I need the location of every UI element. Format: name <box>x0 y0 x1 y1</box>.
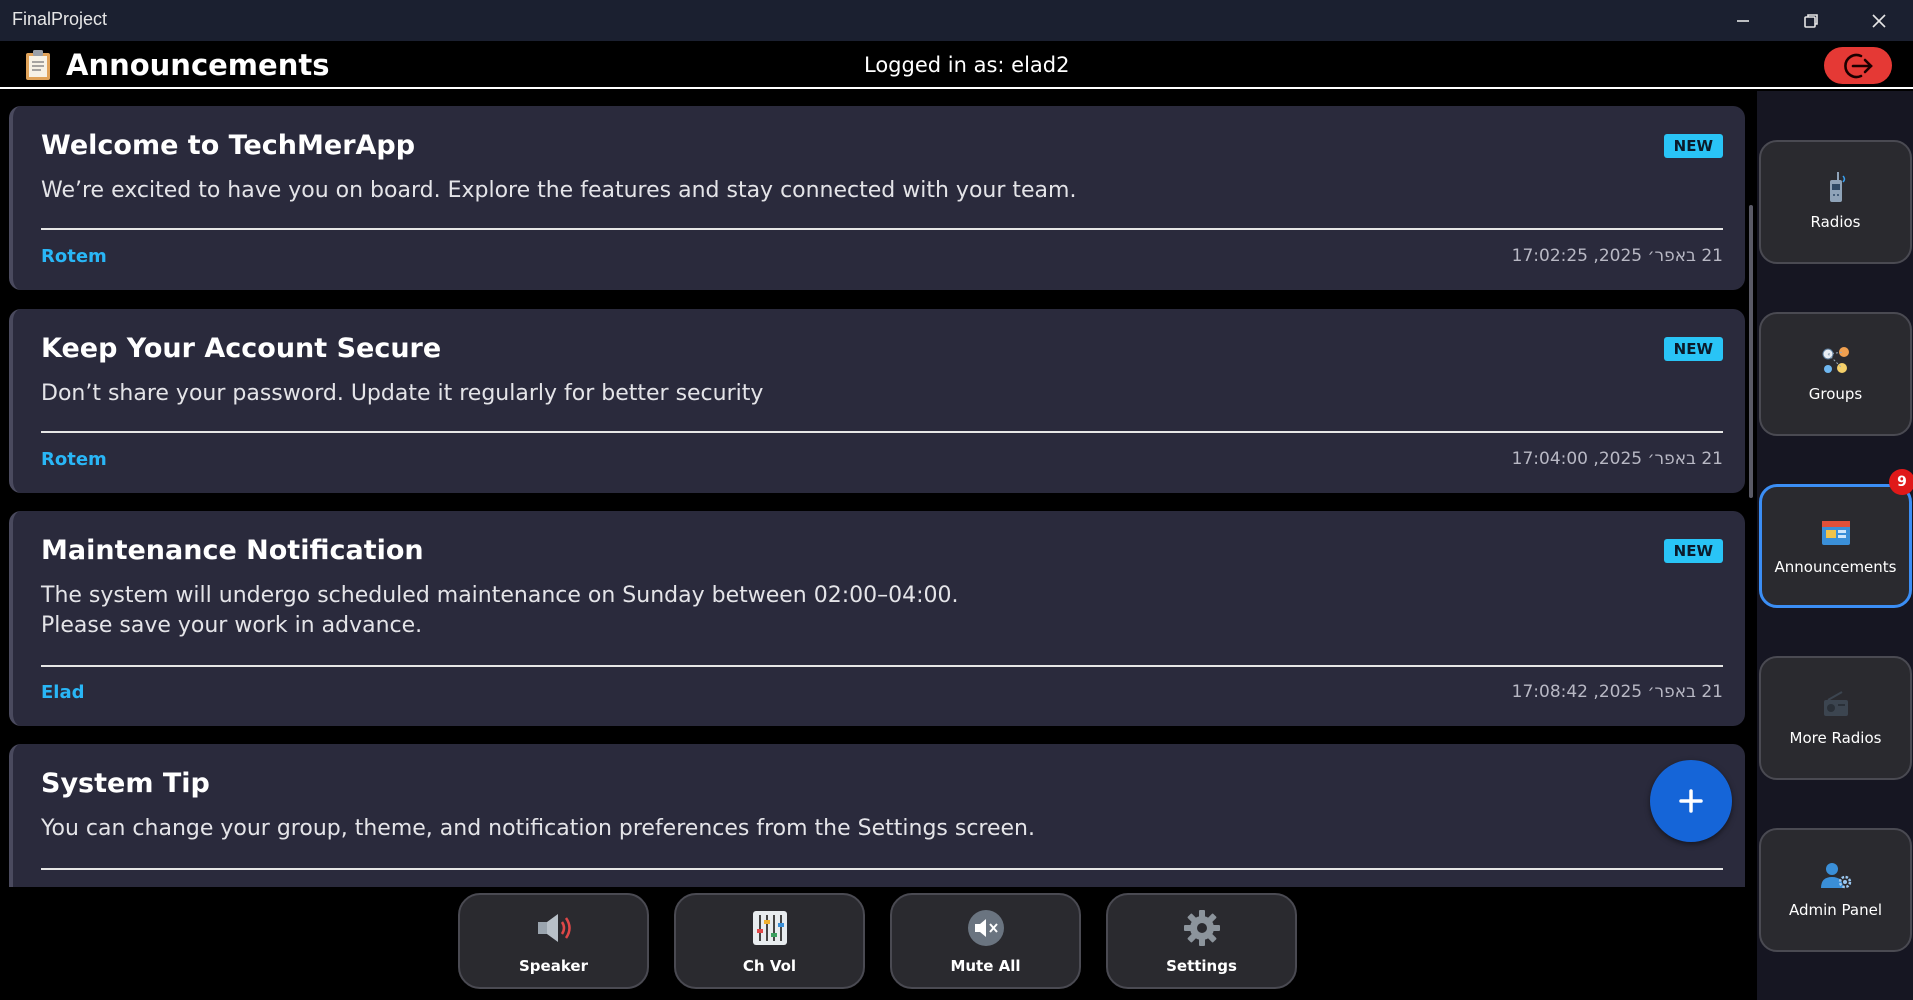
minimize-button[interactable] <box>1709 0 1777 41</box>
speaker-label: Speaker <box>519 957 588 975</box>
radio-icon <box>1823 691 1848 716</box>
announcement-author: Elad <box>41 682 85 703</box>
mixer-icon <box>752 911 787 945</box>
announcement-body: Don’t share your password. Update it reg… <box>41 381 764 406</box>
page-title: Announcements <box>66 48 330 82</box>
sidebar-item-admin-panel[interactable]: Admin Panel <box>1759 828 1912 952</box>
sidebar-item-label: Groups <box>1808 385 1863 403</box>
announcement-timestamp: 21 באפר׳ 2025, 17:08:42 <box>1511 682 1723 702</box>
bottom-toolbar <box>0 887 1757 1000</box>
mute-all-button[interactable]: Mute All <box>890 893 1081 989</box>
plus-icon <box>1679 789 1703 813</box>
announcement-timestamp: 21 באפר׳ 2025, 17:04:00 <box>1511 449 1723 469</box>
announcement-board-icon <box>1821 521 1850 545</box>
mute-all-label: Mute All <box>950 957 1021 975</box>
divider <box>41 868 1723 870</box>
announcement-card[interactable]: Keep Your Account Secure NEW Don’t share… <box>9 309 1745 493</box>
announcement-card[interactable]: Welcome to TechMerApp NEW We’re excited … <box>9 106 1745 290</box>
announcement-title: Welcome to TechMerApp <box>41 130 416 161</box>
announcement-body: We’re excited to have you on board. Expl… <box>41 178 1077 203</box>
clipboard-icon <box>26 50 50 80</box>
mute-icon <box>967 910 1004 946</box>
announcement-body: The system will undergo scheduled mainte… <box>41 583 959 638</box>
speaker-icon <box>537 914 571 942</box>
minimize-icon <box>1737 19 1749 22</box>
admin-user-gear-icon <box>1820 863 1851 889</box>
announcement-author: Rotem <box>41 246 107 267</box>
settings-button[interactable]: Settings <box>1106 893 1297 989</box>
restore-button[interactable] <box>1777 0 1845 41</box>
channel-volume-label: Ch Vol <box>742 957 797 975</box>
channel-volume-button[interactable]: Ch Vol <box>674 893 865 989</box>
scrollbar-thumb[interactable] <box>1749 205 1753 498</box>
announcement-title: System Tip <box>41 768 210 799</box>
announcement-card[interactable]: System Tip You can change your group, th… <box>9 744 1745 887</box>
gear-icon <box>1183 910 1220 946</box>
divider <box>41 431 1723 433</box>
speaker-button[interactable]: Speaker <box>458 893 649 989</box>
close-window-button[interactable] <box>1845 0 1913 41</box>
sidebar-item-radios[interactable]: Radios <box>1759 140 1912 264</box>
divider <box>41 228 1723 230</box>
window-title: FinalProject <box>12 9 108 29</box>
sidebar-item-announcements[interactable]: Announcements <box>1759 484 1912 608</box>
new-badge: NEW <box>1663 337 1723 361</box>
window-titlebar: FinalProject <box>0 0 1913 41</box>
sidebar-item-label: Admin Panel <box>1788 901 1883 919</box>
logout-button[interactable] <box>1824 47 1892 84</box>
sidebar-item-more-radios[interactable]: More Radios <box>1759 656 1912 780</box>
announcement-card[interactable]: Maintenance Notification NEW The system … <box>9 511 1745 726</box>
divider <box>41 665 1723 667</box>
groups-icon <box>1822 347 1849 373</box>
logout-icon <box>1844 53 1873 78</box>
close-icon <box>1872 13 1886 28</box>
announcement-body: You can change your group, theme, and no… <box>41 816 1035 841</box>
new-badge: NEW <box>1663 539 1723 563</box>
sidebar-item-label: More Radios <box>1789 729 1882 747</box>
announcement-timestamp: 21 באפר׳ 2025, 17:02:25 <box>1511 246 1723 266</box>
sidebar-item-label: Radios <box>1810 213 1861 231</box>
sidebar-item-groups[interactable]: Groups <box>1759 312 1912 436</box>
new-badge: NEW <box>1663 134 1723 158</box>
announcements-list[interactable]: Welcome to TechMerApp NEW We’re excited … <box>0 91 1757 887</box>
settings-label: Settings <box>1166 957 1237 975</box>
sidebar-item-label: Announcements <box>1774 558 1897 576</box>
app-header: Announcements Logged in as: elad2 <box>0 41 1913 89</box>
announcement-title: Maintenance Notification <box>41 535 424 566</box>
announcement-author: Rotem <box>41 449 107 470</box>
walkie-talkie-icon <box>1829 172 1845 202</box>
restore-icon <box>1804 13 1818 28</box>
login-status: Logged in as: elad2 <box>864 53 1070 77</box>
notification-badge: 9 <box>1889 469 1913 495</box>
announcement-title: Keep Your Account Secure <box>41 333 442 364</box>
add-announcement-button[interactable] <box>1650 760 1732 842</box>
